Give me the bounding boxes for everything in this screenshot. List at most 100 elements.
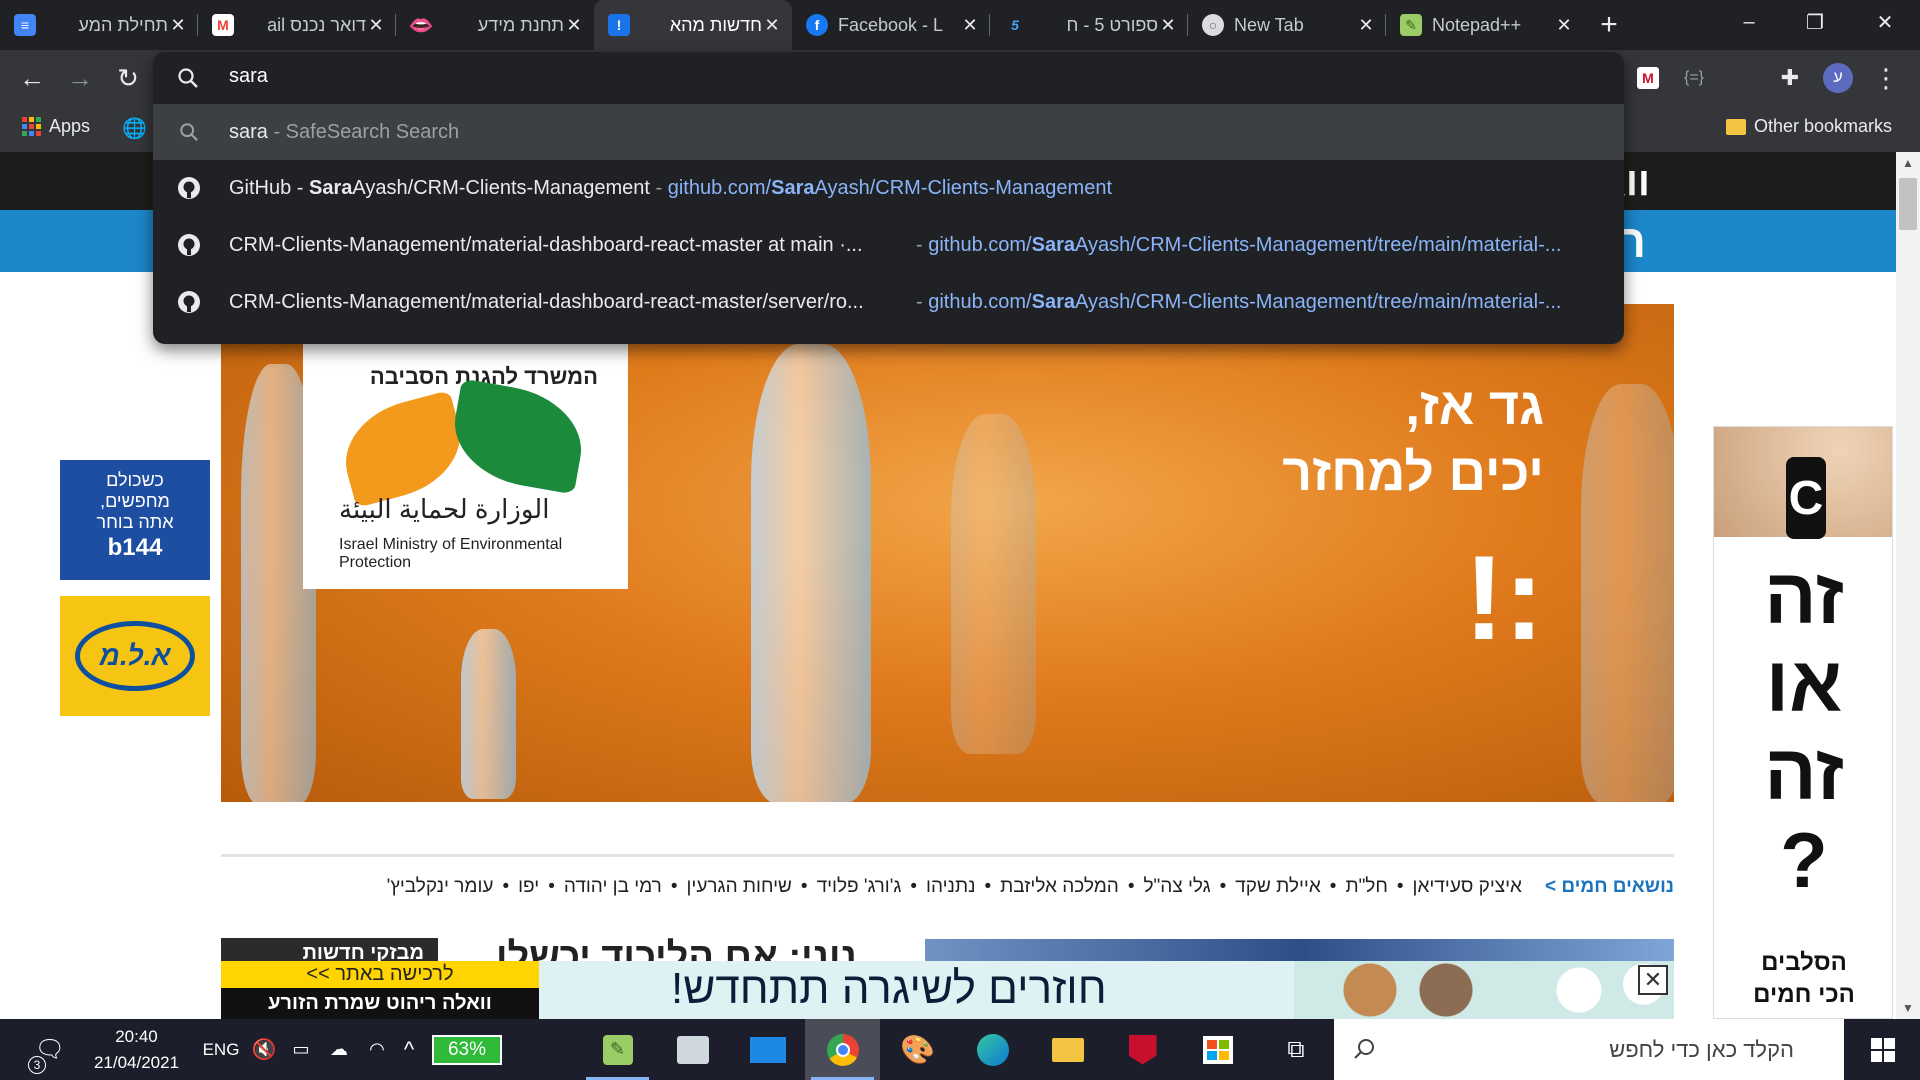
notepad-taskbar-icon[interactable]: ✎ bbox=[580, 1019, 655, 1080]
hot-topic-link[interactable]: המלכה אליזבת bbox=[1000, 876, 1119, 898]
windows-start-icon[interactable] bbox=[1850, 1019, 1916, 1080]
new-tab-button[interactable]: + bbox=[1584, 0, 1634, 50]
extensions-puzzle-icon[interactable]: ✚ bbox=[1774, 62, 1806, 94]
omnibox bbox=[153, 52, 1624, 104]
explorer-taskbar-icon[interactable] bbox=[1030, 1019, 1105, 1080]
hot-topic-link[interactable]: נתניהו bbox=[926, 876, 975, 898]
reload-button[interactable]: ↻ bbox=[112, 62, 144, 94]
hot-topic-link[interactable]: איילת שקד bbox=[1235, 876, 1321, 898]
omnibox-suggestion[interactable]: GitHub - SaraAyash/CRM-Clients-Managemen… bbox=[153, 160, 1624, 216]
hot-topic-link[interactable]: רמי בן יהודה bbox=[564, 876, 662, 898]
profile-avatar[interactable]: ע bbox=[1822, 62, 1854, 94]
tab-title: New Tab bbox=[1234, 14, 1304, 35]
tab-sport5[interactable]: 5 ספורט 5 - ח ✕ bbox=[990, 0, 1188, 50]
chevron-up-icon[interactable]: ^ bbox=[396, 1019, 422, 1080]
notifications-icon[interactable]: 🗨 3 bbox=[20, 1019, 80, 1080]
tab-walla-news[interactable]: ! חדשות מהא ✕ bbox=[594, 0, 792, 50]
omnibox-suggestion[interactable]: CRM-Clients-Management/material-dashboar… bbox=[153, 217, 1624, 273]
close-icon[interactable]: ✕ bbox=[168, 15, 188, 36]
clock[interactable]: 20:40 21/04/2021 bbox=[84, 1019, 189, 1080]
bottom-sticky-ad[interactable]: לרכישה באתר >> וואלה ריהוט שמרת הזורע חו… bbox=[221, 961, 1674, 1019]
scroll-thumb[interactable] bbox=[1899, 178, 1917, 230]
mcafee-extension-icon[interactable]: M bbox=[1632, 62, 1664, 94]
facebook-icon: f bbox=[806, 14, 828, 36]
maximize-button[interactable]: ❐ bbox=[1782, 0, 1848, 44]
suggestion-text: CRM-Clients-Management/material-dashboar… bbox=[229, 290, 864, 313]
close-icon[interactable]: ✕ bbox=[1158, 15, 1178, 36]
forward-button[interactable]: → bbox=[64, 62, 96, 94]
close-icon[interactable]: ✕ bbox=[564, 15, 584, 36]
language-indicator[interactable]: ENG bbox=[198, 1019, 244, 1080]
b144-ad[interactable]: כשכולם מחפשים, אתה בוחר b144 bbox=[60, 460, 210, 580]
notification-count: 3 bbox=[28, 1056, 46, 1074]
hot-topic-link[interactable]: עומר ינקלביץ' bbox=[387, 876, 494, 898]
wifi-icon[interactable]: ◠ bbox=[362, 1019, 392, 1080]
tab-new-tab[interactable]: ○ New Tab ✕ bbox=[1188, 0, 1386, 50]
menu-kebab-icon[interactable]: ⋮ bbox=[1870, 62, 1902, 94]
channel-logo: C bbox=[1786, 457, 1826, 539]
tab-title: חדשות מהא bbox=[669, 14, 762, 35]
search-icon bbox=[177, 67, 199, 89]
tab-title: Facebook - L bbox=[838, 14, 944, 35]
tab-title: דואר נכנס ail bbox=[267, 14, 366, 35]
close-icon[interactable]: ✕ bbox=[1638, 965, 1668, 995]
hot-topic-link[interactable]: שיחות הגרעין bbox=[686, 876, 791, 898]
tab-notepad[interactable]: ✎ Notepad++ ✕ bbox=[1386, 0, 1584, 50]
hot-topic-link[interactable]: ג'ורג' פלויד bbox=[817, 876, 902, 898]
alm-ad[interactable]: א.ל.מ bbox=[60, 596, 210, 716]
volume-muted-icon[interactable]: 🔇 bbox=[248, 1019, 280, 1080]
url-rest: Ayash/CRM-Clients-Management/tree/main/m… bbox=[1074, 233, 1562, 256]
mail-taskbar-icon[interactable] bbox=[730, 1019, 805, 1080]
tab-gmail[interactable]: M דואר נכנס ail ✕ bbox=[198, 0, 396, 50]
taskbar-search-box[interactable]: הקלד כאן כדי לחפש bbox=[1334, 1019, 1844, 1080]
window-close-button[interactable]: ✕ bbox=[1852, 0, 1918, 44]
hot-topics-label[interactable]: נושאים חמים > bbox=[1545, 876, 1674, 898]
edge-taskbar-icon[interactable] bbox=[955, 1019, 1030, 1080]
tab-info-station[interactable]: 👄 תחנת מידע ✕ bbox=[396, 0, 594, 50]
task-view-icon[interactable]: ⧉ bbox=[1268, 1019, 1324, 1080]
taskbar: 🗨 3 20:40 21/04/2021 ENG 🔇 ▭ ☁ ◠ ^ 63% ✎… bbox=[0, 1019, 1920, 1080]
bookmark-other[interactable]: Other bookmarks bbox=[1726, 116, 1892, 137]
battery-icon[interactable]: ▭ bbox=[286, 1019, 316, 1080]
close-icon[interactable]: ✕ bbox=[762, 15, 782, 36]
banner-line-1: גד אז, bbox=[1405, 378, 1544, 436]
store-taskbar-icon[interactable] bbox=[1180, 1019, 1255, 1080]
right-side-ad[interactable]: C זה או זה ? הסלבים הכי חמים bbox=[1713, 426, 1893, 1019]
ad-cta-link[interactable]: לרכישה באתר >> bbox=[221, 961, 539, 988]
environment-banner-ad[interactable]: המשרד להגנת הסביבה الوزارة لحماية البيئة… bbox=[221, 304, 1674, 802]
docs-icon: ≡ bbox=[14, 14, 36, 36]
b144-logo: b144 bbox=[107, 534, 163, 561]
chrome-taskbar-icon[interactable] bbox=[805, 1019, 880, 1080]
alm-logo: א.ל.מ bbox=[75, 621, 195, 691]
photos-taskbar-icon[interactable] bbox=[655, 1019, 730, 1080]
bookmark-globe[interactable]: 🌐 bbox=[122, 116, 147, 141]
close-icon[interactable]: ✕ bbox=[1356, 15, 1376, 36]
omnibox-suggestion[interactable]: sara - SafeSearch Search bbox=[153, 104, 1624, 160]
mcafee-taskbar-icon[interactable] bbox=[1105, 1019, 1180, 1080]
close-icon[interactable]: ✕ bbox=[960, 15, 980, 36]
hot-topic-link[interactable]: איציק סעידיאן bbox=[1413, 876, 1522, 898]
minimize-button[interactable]: – bbox=[1716, 0, 1782, 44]
banner-mark: !: bbox=[1464, 531, 1544, 665]
tab-docs[interactable]: ≡ תחילת המע ✕ bbox=[0, 0, 198, 50]
close-icon[interactable]: ✕ bbox=[1554, 15, 1574, 36]
hot-topic-link[interactable]: חל"ת bbox=[1345, 876, 1387, 898]
omnibox-input[interactable] bbox=[229, 65, 1429, 88]
url-rest: Ayash/CRM-Clients-Management/tree/main/m… bbox=[1074, 290, 1562, 313]
scrollbar[interactable]: ▲ ▼ bbox=[1896, 152, 1920, 1019]
back-button[interactable]: ← bbox=[16, 62, 48, 94]
suggestion-separator: - bbox=[916, 233, 929, 256]
battery-level: 63% bbox=[432, 1034, 502, 1065]
walla-icon: ! bbox=[608, 14, 630, 36]
extension-icon[interactable]: {=} bbox=[1678, 62, 1710, 94]
hot-topic-link[interactable]: יפו bbox=[518, 876, 539, 898]
close-icon[interactable]: ✕ bbox=[366, 15, 386, 36]
tab-facebook[interactable]: f Facebook - L ✕ bbox=[792, 0, 990, 50]
bookmark-apps[interactable]: Apps bbox=[22, 116, 90, 137]
battery-percentage[interactable]: 63% bbox=[428, 1019, 506, 1080]
ad-line: אתה בוחר bbox=[96, 512, 174, 532]
omnibox-suggestion[interactable]: CRM-Clients-Management/material-dashboar… bbox=[153, 274, 1624, 330]
cloud-icon[interactable]: ☁ bbox=[322, 1019, 356, 1080]
hot-topic-link[interactable]: גלי צה"ל bbox=[1143, 876, 1210, 898]
paint-taskbar-icon[interactable]: 🎨 bbox=[880, 1019, 955, 1080]
